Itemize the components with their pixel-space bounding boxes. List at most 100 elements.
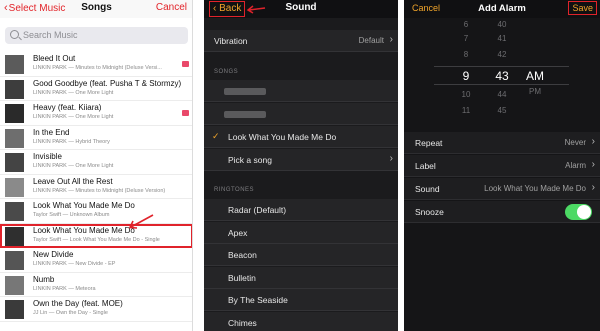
pick-song-label: Pick a song — [228, 155, 272, 165]
label-row[interactable]: Label Alarm › — [404, 155, 600, 177]
vibration-row[interactable]: Vibration Default › — [204, 30, 398, 52]
song-title: Heavy (feat. Kiiara) — [33, 103, 102, 112]
add-alarm-screen: Cancel Add Alarm Save 6 40 7 8 9 10 11 41 42 43 44… — [404, 0, 600, 331]
song-row[interactable]: Heavy (feat. Kiiara) LINKIN PARK — One Mo… — [0, 101, 192, 126]
song-subtitle: Taylor Swift — Unknown Album — [33, 212, 110, 218]
picker-minute: 45 — [497, 106, 507, 115]
ringtone-label: Apex — [228, 227, 248, 238]
song-row-hidden-2[interactable] — [204, 103, 398, 125]
song-row[interactable]: Numb LINKIN PARK — Meteora — [0, 273, 192, 297]
cancel-button[interactable]: Cancel — [156, 2, 187, 13]
blurred-song-title — [224, 88, 266, 95]
song-subtitle: LINKIN PARK — Meteora — [33, 285, 96, 292]
song-row[interactable]: Good Goodbye (feat. Pusha T & Stormzy) LI… — [0, 77, 192, 101]
ringtone-label: Beacon — [228, 250, 257, 260]
picker-period: PM — [529, 87, 541, 96]
album-artwork — [5, 300, 24, 319]
song-title: Own the Day (feat. MOE) — [33, 299, 123, 308]
sound-nav-bar: ‹ Back Sound — [204, 0, 398, 18]
song-subtitle: LINKIN PARK — Minutes to Midnight (Delux… — [33, 65, 162, 71]
repeat-row[interactable]: Repeat Never › — [404, 132, 600, 154]
ringtone-row[interactable]: Chimes — [204, 311, 398, 331]
song-row[interactable]: New Divide LINKIN PARK — New Divide - EP — [0, 248, 192, 273]
sound-label: Sound — [415, 184, 440, 194]
annotation-arrow — [128, 214, 154, 229]
checkmark-icon: ✓ — [212, 131, 220, 141]
ringtone-row[interactable]: Beacon — [204, 244, 398, 266]
ringtone-row[interactable]: Bulletin — [204, 266, 398, 289]
blurred-song-title — [224, 111, 266, 118]
picker-hour: 10 — [461, 90, 471, 99]
snooze-label: Snooze — [415, 207, 444, 217]
song-title: Leave Out All the Rest — [33, 176, 113, 186]
sound-row[interactable]: Sound Look What You Made Me Do › — [404, 178, 600, 200]
search-music-input[interactable]: Search Music — [5, 27, 188, 44]
vibration-value: Default — [358, 36, 384, 45]
album-artwork — [5, 202, 24, 221]
song-list: Bleed It Out LINKIN PARK — Minutes to Mid… — [0, 52, 192, 322]
album-artwork — [5, 275, 24, 295]
chevron-right-icon: › — [389, 153, 393, 164]
repeat-label: Repeat — [415, 138, 443, 148]
song-subtitle: LINKIN PARK — One More Light — [33, 114, 114, 120]
song-subtitle: Taylor Swift — Look What You Made Me Do … — [33, 236, 160, 243]
song-subtitle: JJ Lin — Own the Day - Single — [33, 310, 108, 316]
song-subtitle: LINKIN PARK — Minutes to Midnight (Delux… — [33, 187, 166, 194]
repeat-value: Never — [564, 138, 586, 147]
ringtone-row[interactable]: Radar (Default) — [204, 199, 398, 221]
save-button[interactable]: Save — [568, 1, 597, 15]
chevron-right-icon: › — [389, 34, 393, 45]
picker-minute: 40 — [497, 20, 507, 29]
song-title: Look What You Made Me Do — [33, 201, 135, 210]
song-row[interactable]: Look What You Made Me Do Taylor Swift — U… — [0, 199, 192, 224]
search-icon — [10, 30, 19, 39]
picker-hour: 7 — [463, 34, 469, 43]
snooze-row: Snooze — [404, 201, 600, 223]
song-subtitle: LINKIN PARK — One More Light — [33, 89, 114, 96]
snooze-toggle[interactable] — [565, 204, 592, 220]
songs-section-header: SONGS — [214, 69, 239, 75]
song-row[interactable]: In the End LINKIN PARK — Hybrid Theory — [0, 126, 192, 150]
song-title: Numb — [33, 274, 55, 284]
ringtone-label: Radar (Default) — [228, 205, 287, 215]
sound-screen: ‹ Back Sound Vibration Default › SONGS ✓… — [204, 0, 398, 331]
time-picker[interactable]: 6 40 7 8 9 10 11 41 42 43 44 45 AM PM — [404, 18, 600, 122]
songs-screen: ‹Select Music Songs Cancel Search Music … — [0, 0, 193, 331]
album-artwork — [5, 226, 24, 246]
selected-minute: 43 — [495, 69, 509, 83]
picker-selection-line — [434, 66, 569, 67]
song-title: Bleed It Out — [33, 54, 76, 63]
song-row-hidden-1[interactable] — [204, 80, 398, 102]
picker-hour: 11 — [461, 106, 471, 115]
album-artwork — [5, 251, 24, 270]
picker-minute: 41 — [497, 34, 507, 43]
picker-selection-line — [434, 84, 569, 85]
song-row[interactable]: Bleed It Out LINKIN PARK — Minutes to Mid… — [0, 52, 192, 77]
picker-minute: 42 — [497, 50, 507, 59]
song-subtitle: LINKIN PARK — Hybrid Theory — [33, 138, 110, 145]
song-title: Invisible — [33, 152, 62, 161]
highlighted-song-row[interactable]: Look What You Made Me Do Taylor Swift — L… — [0, 223, 192, 248]
album-artwork — [5, 177, 24, 197]
song-row[interactable]: Leave Out All the Rest LINKIN PARK — Minu… — [0, 175, 192, 199]
pick-a-song-row[interactable]: Pick a song › — [204, 149, 398, 171]
picker-hour: 8 — [463, 50, 469, 59]
album-artwork — [5, 55, 24, 74]
song-title: In the End — [33, 127, 70, 137]
song-row[interactable]: Own the Day (feat. MOE) JJ Lin — Own the … — [0, 297, 192, 322]
ringtone-row[interactable]: By The Seaside — [204, 289, 398, 311]
song-subtitle: LINKIN PARK — One More Light — [33, 163, 114, 169]
song-title: Look What You Made Me Do — [33, 225, 135, 235]
page-title: Sound — [285, 2, 317, 13]
label-value: Alarm — [565, 161, 586, 170]
ringtone-row[interactable]: Apex — [204, 221, 398, 244]
song-title: New Divide — [33, 250, 74, 259]
album-artwork — [5, 104, 24, 123]
sound-value: Look What You Made Me Do — [484, 184, 586, 193]
song-row[interactable]: Invisible LINKIN PARK — One More Light — [0, 150, 192, 175]
selected-song-row[interactable]: ✓ Look What You Made Me Do — [204, 126, 398, 148]
chevron-right-icon: › — [591, 159, 595, 170]
ringtone-label: Bulletin — [228, 272, 256, 283]
songs-nav-bar: ‹Select Music Songs Cancel — [0, 0, 192, 18]
ringtone-label: Chimes — [228, 317, 257, 328]
